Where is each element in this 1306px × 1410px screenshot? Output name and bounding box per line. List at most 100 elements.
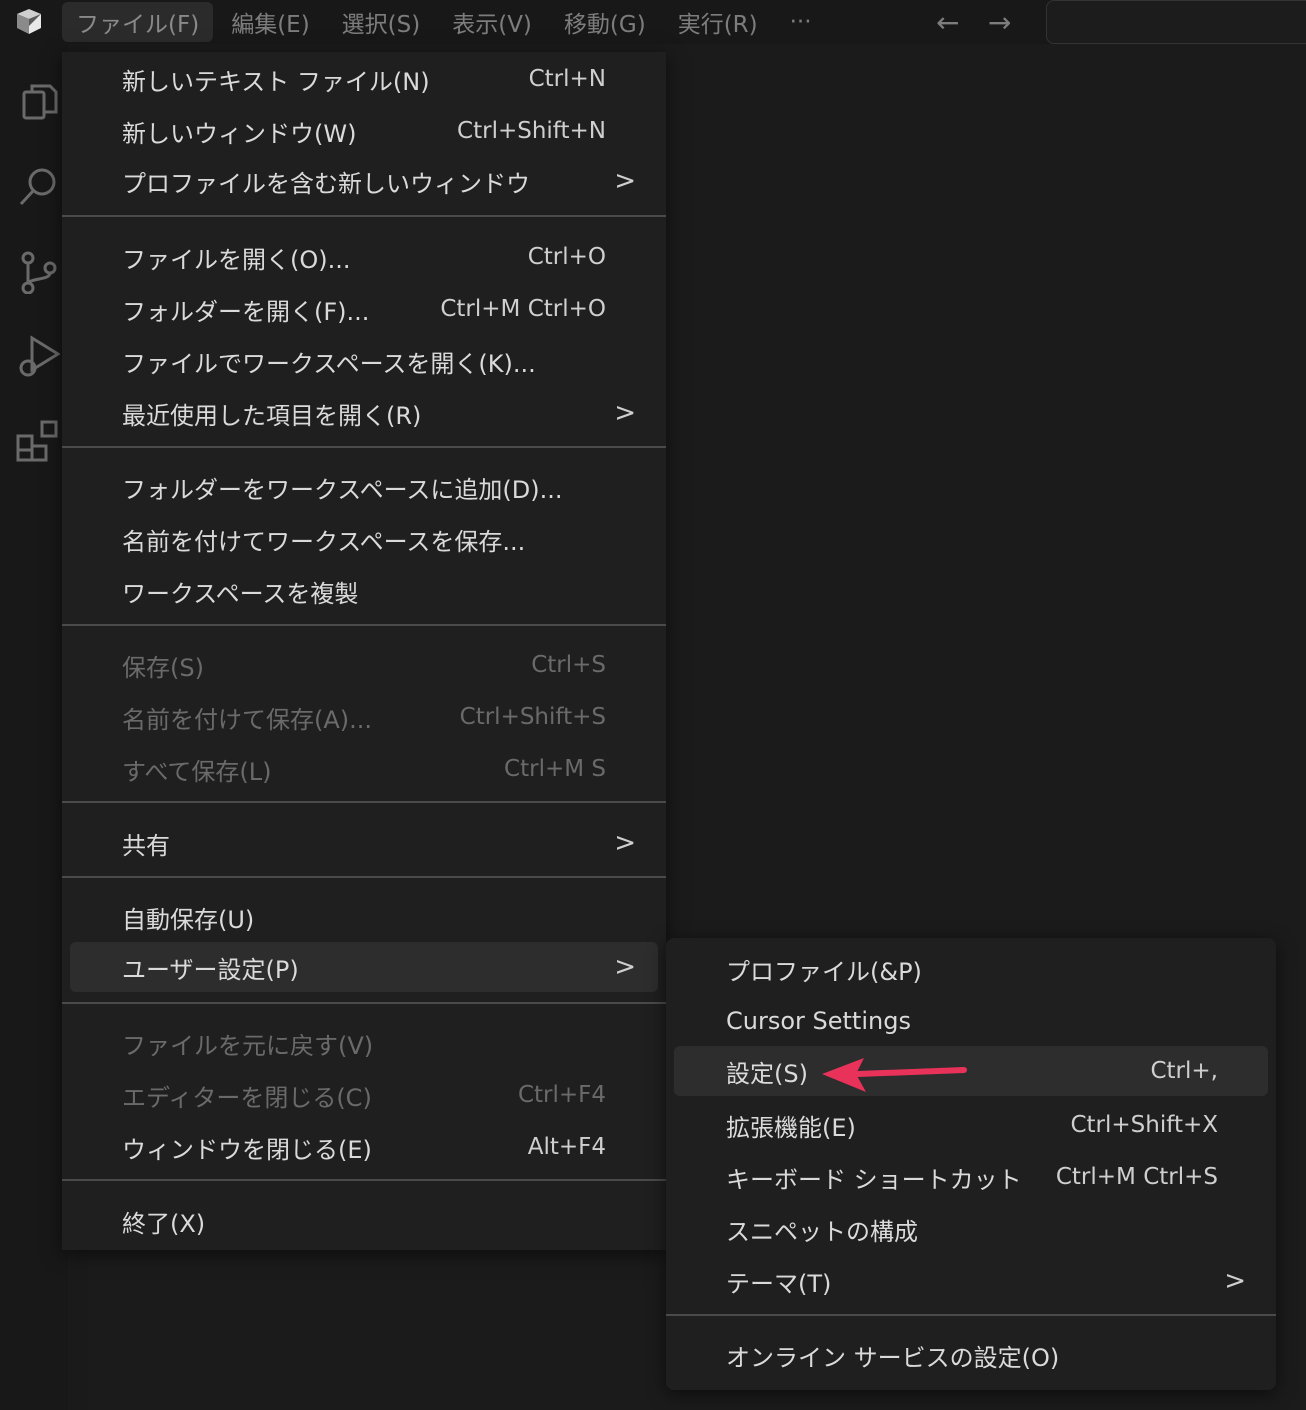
- menu-more[interactable]: ···: [776, 2, 826, 42]
- menu-item-label: 自動保存(U): [122, 905, 255, 934]
- menu-item-open-workspace-from-file[interactable]: ファイルでワークスペースを開く(K)...: [70, 336, 658, 386]
- chevron-right-icon: >: [614, 828, 636, 858]
- menu-item-label: エディターを閉じる(C): [122, 1083, 372, 1112]
- back-arrow-icon[interactable]: ←: [936, 6, 959, 39]
- menu-item-label: 設定(S): [726, 1059, 808, 1088]
- menu-item-label: 新しいウィンドウ(W): [122, 119, 357, 148]
- menu-item-label: 新しいテキスト ファイル(N): [122, 67, 430, 96]
- menu-item-label: オンライン サービスの設定(O): [726, 1343, 1060, 1372]
- menu-go[interactable]: 移動(G): [550, 2, 660, 42]
- activity-bar: [0, 44, 68, 1410]
- menu-item-label: 終了(X): [122, 1209, 206, 1238]
- menu-item-label: プロファイルを含む新しいウィンドウ: [122, 169, 530, 198]
- menu-bar: ファイル(F) 編集(E) 選択(S) 表示(V) 移動(G) 実行(R) ··…: [62, 0, 830, 44]
- menu-item-open-file[interactable]: ファイルを開く(O)... Ctrl+O: [70, 232, 658, 282]
- search-icon[interactable]: [16, 164, 60, 208]
- extensions-icon[interactable]: [16, 418, 60, 462]
- menu-item-save-workspace-as[interactable]: 名前を付けてワークスペースを保存...: [70, 514, 658, 564]
- menu-item-label: ファイルを開く(O)...: [122, 245, 351, 274]
- command-center-search[interactable]: [1046, 0, 1306, 44]
- menu-item-label: キーボード ショートカット: [726, 1165, 1022, 1194]
- menu-item-label: 名前を付けて保存(A)...: [122, 705, 373, 734]
- submenu-item-settings[interactable]: 設定(S) Ctrl+,: [674, 1046, 1268, 1096]
- menu-item-preferences[interactable]: ユーザー設定(P) >: [70, 942, 658, 992]
- menu-item-save-all: すべて保存(L) Ctrl+M S: [70, 744, 658, 794]
- menu-item-label: テーマ(T): [726, 1269, 832, 1298]
- title-bar: ファイル(F) 編集(E) 選択(S) 表示(V) 移動(G) 実行(R) ··…: [0, 0, 1306, 44]
- menu-item-save-as: 名前を付けて保存(A)... Ctrl+Shift+S: [70, 692, 658, 742]
- menu-separator: [62, 446, 666, 448]
- menu-item-revert-file: ファイルを元に戻す(V): [70, 1018, 658, 1068]
- submenu-item-profiles[interactable]: プロファイル(&P): [674, 944, 1268, 994]
- submenu-item-cursor-settings[interactable]: Cursor Settings: [674, 996, 1268, 1046]
- menu-item-close-window[interactable]: ウィンドウを閉じる(E) Alt+F4: [70, 1122, 658, 1172]
- submenu-item-theme[interactable]: テーマ(T) >: [674, 1256, 1268, 1306]
- chevron-right-icon: >: [614, 166, 636, 196]
- menu-item-label: 保存(S): [122, 653, 204, 682]
- menu-item-shortcut: Ctrl+F4: [517, 1082, 606, 1108]
- menu-item-label: ファイルを元に戻す(V): [122, 1031, 374, 1060]
- menu-item-label: すべて保存(L): [122, 757, 272, 786]
- menu-selection[interactable]: 選択(S): [328, 2, 435, 42]
- menu-edit[interactable]: 編集(E): [217, 2, 323, 42]
- menu-item-auto-save[interactable]: 自動保存(U): [70, 892, 658, 942]
- cursor-logo-icon[interactable]: [14, 8, 44, 36]
- menu-item-open-recent[interactable]: 最近使用した項目を開く(R) >: [70, 388, 658, 438]
- menu-item-label: 拡張機能(E): [726, 1113, 856, 1142]
- forward-arrow-icon[interactable]: →: [988, 6, 1011, 39]
- menu-run[interactable]: 実行(R): [664, 2, 772, 42]
- menu-item-add-folder-to-workspace[interactable]: フォルダーをワークスペースに追加(D)...: [70, 462, 658, 512]
- menu-item-open-folder[interactable]: フォルダーを開く(F)... Ctrl+M Ctrl+O: [70, 284, 658, 334]
- chevron-right-icon: >: [614, 952, 636, 982]
- menu-item-share[interactable]: 共有 >: [70, 818, 658, 868]
- menu-item-shortcut: Ctrl+N: [528, 66, 606, 92]
- menu-item-shortcut: Alt+F4: [527, 1134, 606, 1160]
- menu-item-label: プロファイル(&P): [726, 957, 922, 986]
- menu-item-new-window-with-profile[interactable]: プロファイルを含む新しいウィンドウ >: [70, 156, 658, 206]
- menu-separator: [62, 215, 666, 217]
- menu-item-label: ワークスペースを複製: [122, 579, 359, 608]
- menu-item-shortcut: Ctrl+O: [527, 244, 606, 270]
- menu-item-shortcut: Ctrl+Shift+N: [457, 118, 606, 144]
- menu-item-label: 最近使用した項目を開く(R): [122, 401, 422, 430]
- menu-item-shortcut: Ctrl+Shift+S: [459, 704, 606, 730]
- menu-item-duplicate-workspace[interactable]: ワークスペースを複製: [70, 566, 658, 616]
- menu-file[interactable]: ファイル(F): [62, 2, 214, 42]
- menu-item-shortcut: Ctrl+M S: [504, 756, 606, 782]
- menu-item-label: ウィンドウを閉じる(E): [122, 1135, 372, 1164]
- menu-separator: [62, 876, 666, 878]
- menu-item-label: Cursor Settings: [726, 1007, 911, 1035]
- menu-separator: [62, 1179, 666, 1181]
- menu-item-shortcut: Ctrl+M Ctrl+S: [1055, 1164, 1218, 1190]
- menu-view[interactable]: 表示(V): [438, 2, 546, 42]
- menu-item-new-text-file[interactable]: 新しいテキスト ファイル(N) Ctrl+N: [70, 54, 658, 104]
- menu-item-label: 共有: [122, 831, 170, 860]
- menu-item-shortcut: Ctrl+M Ctrl+O: [440, 296, 606, 322]
- source-control-icon[interactable]: [16, 250, 60, 294]
- chevron-right-icon: >: [614, 398, 636, 428]
- annotation-arrow-icon: [822, 1058, 967, 1092]
- submenu-item-configure-snippets[interactable]: スニペットの構成: [674, 1204, 1268, 1254]
- menu-separator: [62, 1002, 666, 1004]
- menu-item-shortcut: Ctrl+S: [531, 652, 606, 678]
- submenu-item-extensions[interactable]: 拡張機能(E) Ctrl+Shift+X: [674, 1100, 1268, 1150]
- chevron-right-icon: >: [1224, 1266, 1246, 1296]
- menu-item-new-window[interactable]: 新しいウィンドウ(W) Ctrl+Shift+N: [70, 106, 658, 156]
- menu-item-shortcut: Ctrl+,: [1150, 1058, 1218, 1084]
- menu-item-label: フォルダーをワークスペースに追加(D)...: [122, 475, 563, 504]
- menu-item-label: スニペットの構成: [726, 1217, 918, 1246]
- explorer-icon[interactable]: [16, 82, 60, 126]
- menu-item-shortcut: Ctrl+Shift+X: [1070, 1112, 1218, 1138]
- menu-separator: [62, 624, 666, 626]
- run-debug-icon[interactable]: [16, 334, 60, 378]
- menu-item-label: ユーザー設定(P): [122, 955, 299, 984]
- preferences-submenu: プロファイル(&P) Cursor Settings 設定(S) Ctrl+, …: [666, 938, 1276, 1390]
- menu-item-label: フォルダーを開く(F)...: [122, 297, 370, 326]
- submenu-item-keyboard-shortcuts[interactable]: キーボード ショートカット Ctrl+M Ctrl+S: [674, 1152, 1268, 1202]
- menu-separator: [62, 801, 666, 803]
- submenu-item-online-services-settings[interactable]: オンライン サービスの設定(O): [674, 1330, 1268, 1380]
- menu-item-label: 名前を付けてワークスペースを保存...: [122, 527, 526, 556]
- menu-item-save: 保存(S) Ctrl+S: [70, 640, 658, 690]
- menu-item-exit[interactable]: 終了(X): [70, 1196, 658, 1246]
- menu-separator: [666, 1314, 1276, 1316]
